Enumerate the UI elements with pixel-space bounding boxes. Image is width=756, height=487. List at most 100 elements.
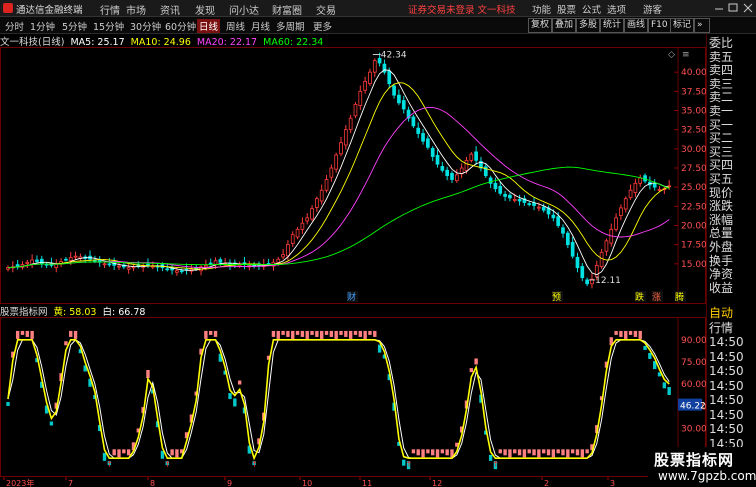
candle-body: [392, 85, 396, 96]
event-mark: 财: [347, 291, 356, 303]
date-tick-label: 11: [362, 479, 372, 487]
indicator-white-line: [7, 339, 670, 459]
indicator-bar: [416, 449, 420, 456]
tool-fuquan[interactable]: 复权: [528, 18, 553, 33]
indicator-bar: [122, 449, 126, 454]
candle-body: [315, 198, 319, 208]
candle-body: [295, 228, 300, 238]
indicator-bar: [175, 449, 179, 458]
signal-arrow-icon: ↑: [106, 460, 113, 469]
indicator-bar: [435, 449, 440, 458]
kline-chart[interactable]: 40.00 37.50 35.00 32.50 30.00 27.50 25.00 22.50…: [0, 47, 706, 304]
tick-panel-header[interactable]: 自动: [709, 306, 733, 320]
quote-field-label: 买一: [709, 117, 734, 132]
candle-body: [290, 234, 295, 244]
tool-f10[interactable]: F10: [648, 18, 671, 33]
tool-mark[interactable]: 标记: [670, 18, 695, 33]
period-more[interactable]: 更多: [313, 19, 332, 33]
indicator-bar: [15, 330, 20, 339]
candle-body: [585, 279, 589, 285]
menubar: 通达信金融终端 行情 市场 资讯 发现 问小达 财富圈 交易 证券交易未登录 文…: [0, 0, 756, 17]
indicator-bar: [585, 449, 589, 454]
quote-field-label: 买二: [709, 131, 734, 146]
indicator-bar: [570, 449, 575, 454]
candle-body: [324, 179, 329, 191]
date-tick-label: 3: [610, 479, 615, 487]
indicator-bar: [474, 358, 478, 365]
indicator-bar: [373, 330, 377, 337]
price-tick-label: 40.00: [681, 68, 706, 78]
indicator-bar: [513, 449, 517, 454]
menu-ask[interactable]: 问小达: [229, 2, 259, 17]
indicator-chart[interactable]: 90.0075.0060.0045.0030.0015.0046.22↑↑↑↑↑: [0, 317, 706, 477]
quote-field-label: 收益: [709, 280, 734, 295]
indicator-bar: [112, 449, 116, 456]
ma10-line: [7, 82, 670, 270]
price-tick-label: 15.00: [681, 260, 706, 270]
indicator-bar: [281, 330, 285, 335]
period-fenshi[interactable]: 分时: [5, 19, 24, 33]
candle-body: [179, 270, 184, 273]
tool-draw[interactable]: 画线: [624, 18, 649, 33]
period-5min[interactable]: 5分钟: [62, 19, 87, 33]
tick-time: 14:50: [709, 422, 744, 436]
candle-body: [512, 199, 517, 201]
menu-stock[interactable]: 股票: [557, 2, 576, 16]
indicator-bar: [522, 449, 527, 458]
menu-options[interactable]: 选项: [607, 2, 626, 16]
menu-news[interactable]: 资讯: [160, 2, 180, 17]
user-label[interactable]: 游客: [643, 2, 662, 16]
candle-body: [628, 189, 633, 198]
candle-body: [334, 154, 339, 170]
menu-function[interactable]: 功能: [532, 2, 551, 16]
menu-formula[interactable]: 公式: [582, 2, 601, 16]
period-15min[interactable]: 15分钟: [93, 19, 124, 33]
period-monthly[interactable]: 月线: [251, 19, 270, 33]
candle-body: [623, 198, 628, 210]
tool-stats[interactable]: 统计: [600, 18, 625, 33]
tool-overlay[interactable]: 叠加: [552, 18, 577, 33]
tool-multistock[interactable]: 多股: [576, 18, 601, 33]
menu-market[interactable]: 市场: [126, 2, 146, 17]
price-tick-label: 27.50: [681, 164, 706, 174]
indicator-bar: [431, 449, 435, 456]
candle-body: [619, 207, 623, 216]
quote-field-label: 换手: [709, 253, 734, 268]
period-1min[interactable]: 1分钟: [30, 19, 55, 33]
period-daily[interactable]: 日线: [197, 19, 221, 33]
candle-body: [204, 264, 208, 268]
period-weekly[interactable]: 周线: [226, 19, 245, 33]
menu-trade[interactable]: 交易: [316, 2, 336, 17]
indicator-bar: [551, 449, 556, 458]
date-tick-label: 2023年: [6, 478, 34, 487]
indicator-bar: [440, 449, 445, 454]
candle-body: [319, 189, 324, 202]
window-controls[interactable]: [712, 1, 756, 15]
more-tools-icon[interactable]: »: [694, 18, 710, 33]
indicator-bar: [542, 449, 546, 454]
event-mark: 涨: [652, 292, 661, 303]
quote-panel: 委比 卖五 卖四 卖三 卖二 卖一 买一 买二 买三 买四 买五 现价 涨跌 涨幅 总量 外盘 换手 净资 收益: [706, 34, 756, 304]
period-30min[interactable]: 30分钟: [130, 19, 161, 33]
candle-body: [426, 138, 430, 148]
candle-body: [73, 255, 78, 258]
menu-wealth[interactable]: 财富圈: [272, 2, 302, 17]
quote-field-label: 涨幅: [709, 212, 734, 227]
candle-body: [565, 232, 570, 246]
candle-body: [372, 60, 377, 73]
menu-discover[interactable]: 发现: [195, 2, 215, 17]
quote-field-label: 现价: [709, 185, 734, 200]
chart-option-icon: ◇: [668, 50, 675, 60]
period-60min[interactable]: 60分钟: [165, 19, 196, 33]
candle-body: [310, 208, 314, 220]
price-tick-label: 17.50: [681, 241, 706, 251]
period-multi[interactable]: 多周期: [276, 19, 305, 33]
indicator-bar: [662, 382, 667, 389]
candle-body: [474, 151, 478, 161]
candle-body: [343, 129, 348, 146]
date-tick-label: 8: [150, 479, 155, 487]
indicator-bar: [503, 449, 507, 456]
menu-quote[interactable]: 行情: [100, 2, 120, 17]
trade-alert[interactable]: 证券交易未登录 文一科技: [408, 2, 516, 16]
indicator-bar: [209, 330, 213, 335]
